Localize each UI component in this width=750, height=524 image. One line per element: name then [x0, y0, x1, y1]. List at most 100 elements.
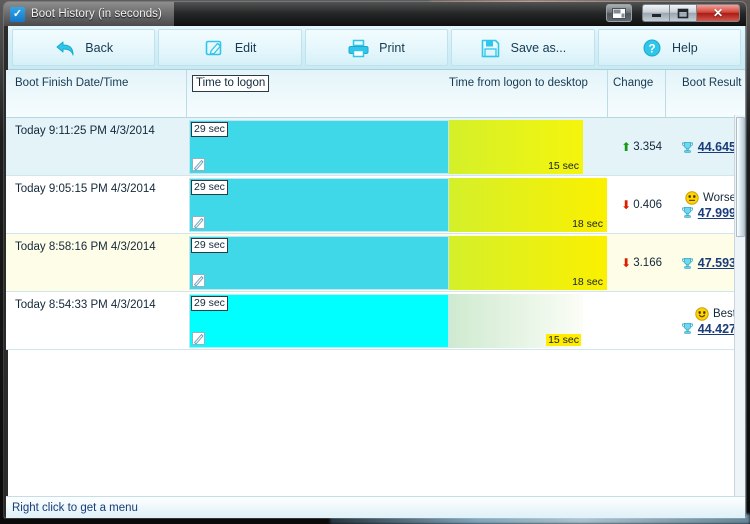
save-as-button-label: Save as...: [510, 40, 567, 55]
boot-result-value[interactable]: 44.427: [698, 322, 736, 336]
header-boot-result[interactable]: Boot Result: [682, 77, 741, 89]
verdict: Worse: [685, 190, 736, 205]
boot-result-value[interactable]: 47.593: [698, 256, 736, 270]
window-controls: ✕: [606, 4, 740, 22]
status-hint: Right click to get a menu: [12, 501, 138, 514]
client-area: Back Edit Print Save as... ? Help Boot F…: [4, 26, 746, 518]
back-button-label: Back: [85, 40, 114, 55]
empty-list-area: [6, 350, 745, 496]
timeline-bars[interactable]: 29 sec 15 sec: [189, 292, 587, 350]
time-to-logon-bar[interactable]: 29 sec: [189, 178, 449, 232]
boot-result-line: 47.593: [681, 256, 736, 270]
header-time-to-logon[interactable]: Time to logon: [192, 75, 270, 92]
boot-finish-datetime: Today 9:05:15 PM 4/3/2014: [15, 183, 156, 195]
edit-pencil-icon: [192, 332, 205, 345]
aero-peek-button[interactable]: [606, 4, 632, 22]
arrow-down-icon: ⬇: [621, 198, 632, 212]
row-edit-button[interactable]: [191, 331, 208, 346]
trophy-icon: [681, 207, 693, 218]
header-boot-finish-date[interactable]: Boot Finish Date/Time: [15, 77, 128, 89]
time-logon-to-desktop-bar[interactable]: 15 sec: [449, 120, 583, 174]
time-logon-to-desktop-bar[interactable]: 18 sec: [449, 178, 607, 232]
edit-button[interactable]: Edit: [158, 29, 302, 66]
time-to-logon-label: 29 sec: [191, 238, 228, 253]
table-row[interactable]: Today 9:11:25 PM 4/3/2014 29 sec 15 sec …: [6, 118, 745, 176]
timeline-bars[interactable]: 29 sec 18 sec: [189, 234, 611, 292]
title-bar-label-group: ✓ Boot History (in seconds): [4, 2, 174, 26]
header-change[interactable]: Change: [613, 77, 653, 89]
save-as-button[interactable]: Save as...: [451, 29, 595, 66]
column-separator: [665, 70, 666, 117]
change-cell: [610, 292, 666, 350]
window-buttons: ✕: [642, 4, 740, 22]
edit-pencil-icon: [192, 216, 205, 229]
table-row[interactable]: Today 8:58:16 PM 4/3/2014 29 sec 18 sec …: [6, 234, 745, 292]
help-button[interactable]: ? Help: [597, 29, 742, 66]
header-time-logon-to-desktop[interactable]: Time from logon to desktop: [449, 77, 588, 89]
status-bar: Right click to get a menu: [6, 496, 745, 518]
trophy-icon: [681, 257, 693, 269]
time-logon-to-desktop-bar[interactable]: 15 sec: [449, 294, 583, 348]
arrow-down-icon: ⬇: [621, 256, 632, 270]
app-window: ✓ Boot History (in seconds) ✕ Back Edit …: [4, 2, 746, 518]
edit-pencil-icon: [192, 158, 205, 171]
change-cell: ⬇ 0.406: [610, 176, 666, 234]
boot-finish-datetime: Today 9:11:25 PM 4/3/2014: [15, 125, 155, 137]
edit-button-label: Edit: [234, 40, 257, 55]
table-row[interactable]: Today 9:05:15 PM 4/3/2014 29 sec 18 sec …: [6, 176, 745, 234]
scrollbar-thumb[interactable]: [736, 117, 745, 237]
boot-result-line: 44.645: [681, 140, 736, 154]
boot-history-list: Today 9:11:25 PM 4/3/2014 29 sec 15 sec …: [6, 118, 745, 350]
close-button[interactable]: ✕: [696, 4, 740, 22]
minimize-button[interactable]: [642, 4, 669, 22]
checkmark-icon: ✓: [10, 6, 25, 22]
arrow-up-icon: ⬆: [621, 140, 632, 154]
time-logon-to-desktop-label: 15 sec: [548, 160, 579, 172]
floppy-disk-icon: [480, 37, 502, 59]
row-edit-button[interactable]: [191, 273, 208, 288]
help-button-label: Help: [671, 40, 698, 55]
boot-result-line: 47.999: [681, 206, 736, 220]
maximize-button[interactable]: [669, 4, 696, 22]
time-to-logon-label: 29 sec: [191, 180, 228, 195]
time-to-logon-bar[interactable]: 29 sec: [189, 294, 449, 348]
aero-peek-icon: [612, 7, 626, 19]
grid-header: Boot Finish Date/Time Time to logon Time…: [6, 70, 745, 118]
toolbar: Back Edit Print Save as... ? Help: [6, 26, 745, 70]
title-bar[interactable]: ✓ Boot History (in seconds) ✕: [4, 2, 746, 26]
change-cell: ⬆ 3.354: [610, 118, 666, 176]
boot-result-value[interactable]: 47.999: [698, 206, 736, 220]
change-value: 3.166: [633, 257, 662, 269]
time-logon-to-desktop-bar[interactable]: 18 sec: [449, 236, 607, 290]
boot-result-value[interactable]: 44.645: [698, 140, 736, 154]
timeline-bars[interactable]: 29 sec 15 sec: [189, 118, 587, 176]
column-separator: [186, 70, 187, 117]
question-circle-icon: ?: [641, 37, 663, 59]
maximize-icon: [677, 8, 689, 18]
boot-finish-datetime: Today 8:54:33 PM 4/3/2014: [15, 299, 156, 311]
change-cell: ⬇ 3.166: [610, 234, 666, 292]
column-separator: [607, 70, 608, 117]
table-row[interactable]: Today 8:54:33 PM 4/3/2014 29 sec 15 sec …: [6, 292, 745, 350]
close-icon: ✕: [712, 6, 724, 20]
time-logon-to-desktop-label: 18 sec: [572, 276, 603, 288]
row-edit-button[interactable]: [191, 215, 208, 230]
print-button[interactable]: Print: [304, 29, 449, 66]
change-value: 0.406: [633, 199, 662, 211]
time-to-logon-label: 29 sec: [191, 296, 228, 311]
verdict: Best: [695, 306, 736, 321]
time-logon-to-desktop-label: 15 sec: [546, 334, 581, 346]
printer-icon: [348, 37, 370, 59]
verdict-label: Worse: [702, 191, 736, 204]
screen: ✓ Boot History (in seconds) ✕ Back Edit …: [0, 0, 750, 524]
timeline-bars[interactable]: 29 sec 18 sec: [189, 176, 611, 234]
row-edit-button[interactable]: [191, 157, 208, 172]
time-to-logon-bar[interactable]: 29 sec: [189, 236, 449, 290]
vertical-scrollbar[interactable]: [734, 115, 745, 496]
change-value: 3.354: [633, 141, 662, 153]
print-button-label: Print: [379, 40, 405, 55]
time-to-logon-bar[interactable]: 29 sec: [189, 120, 449, 174]
pencil-square-icon: [204, 37, 226, 59]
back-button[interactable]: Back: [12, 29, 156, 66]
boot-finish-datetime: Today 8:58:16 PM 4/3/2014: [15, 241, 156, 253]
